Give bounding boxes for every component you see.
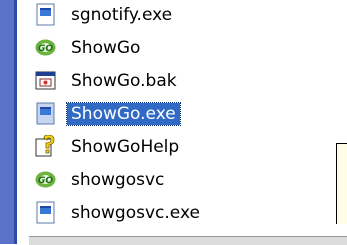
file-item-label: sgnotify.exe bbox=[71, 5, 173, 25]
bak-file-icon bbox=[34, 69, 57, 92]
exe-file-icon bbox=[34, 102, 57, 125]
file-item-showgo-exe[interactable]: ShowGo.exe bbox=[29, 97, 329, 130]
file-list: sgnotify.exe GO ShowGo ShowGo.bak ShowGo… bbox=[29, 0, 347, 244]
file-item-label: ShowGo.exe bbox=[66, 102, 181, 126]
file-item-sgnotify-exe[interactable]: sgnotify.exe bbox=[29, 0, 329, 31]
file-item-showgosvc[interactable]: GO showgosvc bbox=[29, 163, 329, 196]
left-panel-strip bbox=[0, 0, 14, 244]
svg-text:GO: GO bbox=[38, 44, 53, 54]
file-item-showgohelp[interactable]: ShowGoHelp bbox=[29, 130, 329, 163]
showgo-app-icon: GO bbox=[34, 168, 57, 191]
exe-file-icon bbox=[34, 3, 57, 26]
file-item-showgo[interactable]: GO ShowGo bbox=[29, 31, 329, 64]
file-item-label: ShowGo.bak bbox=[71, 71, 177, 91]
file-item-label: ShowGoHelp bbox=[71, 137, 180, 157]
left-panel-strip-edge bbox=[14, 0, 17, 244]
svg-text:GO: GO bbox=[38, 176, 53, 186]
file-item-label: showgosvc.exe bbox=[71, 203, 200, 223]
file-item-label: ShowGo bbox=[71, 38, 141, 58]
file-item-showgo-bak[interactable]: ShowGo.bak bbox=[29, 64, 329, 97]
tooltip-popup bbox=[336, 143, 347, 224]
help-file-icon bbox=[34, 135, 57, 158]
showgo-app-icon: GO bbox=[34, 36, 57, 59]
exe-file-icon bbox=[34, 201, 57, 224]
file-item-label: showgosvc bbox=[71, 170, 165, 190]
file-item-showgosvc-exe[interactable]: showgosvc.exe bbox=[29, 196, 329, 229]
